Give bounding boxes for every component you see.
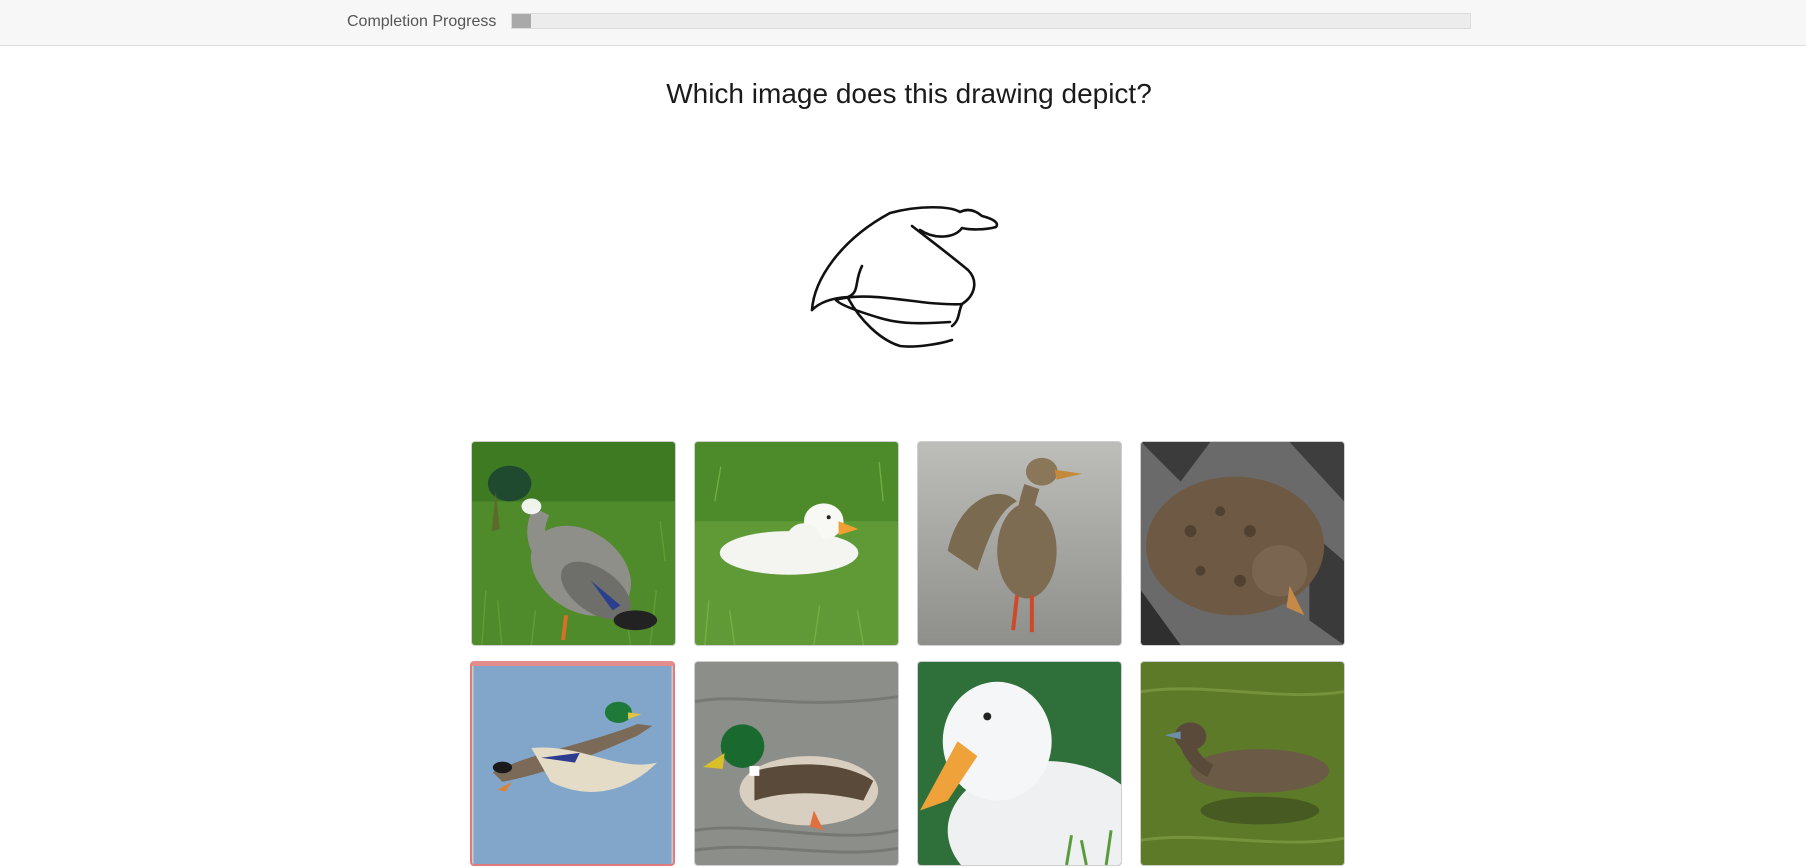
progress-label: Completion Progress: [347, 13, 497, 30]
image-options-grid: [470, 441, 1350, 867]
white-duck-grass-image: [695, 442, 898, 645]
mallard-grazing-image: [472, 442, 675, 645]
swimming-mallard-image: [695, 662, 898, 865]
flying-mallard-image: [473, 666, 672, 864]
duck-sketch-icon: [810, 206, 999, 348]
image-option-7[interactable]: [917, 661, 1122, 866]
duck-on-rocks-image: [1141, 442, 1344, 645]
image-option-6[interactable]: [694, 661, 899, 866]
question-title: Which image does this drawing depict?: [666, 78, 1152, 109]
image-option-2[interactable]: [694, 441, 899, 646]
image-option-8[interactable]: [1140, 661, 1345, 866]
top-bar: Completion Progress: [0, 0, 1806, 46]
image-option-1[interactable]: [471, 441, 676, 646]
image-option-3[interactable]: [917, 441, 1122, 646]
image-option-5[interactable]: [470, 661, 675, 866]
progress-bar: [511, 13, 1471, 29]
progress-fill: [512, 14, 532, 28]
image-option-4[interactable]: [1140, 441, 1345, 646]
white-duck-closeup-image: [918, 662, 1121, 865]
female-mallard-flapping-image: [918, 442, 1121, 645]
duck-green-water-image: [1141, 662, 1344, 865]
